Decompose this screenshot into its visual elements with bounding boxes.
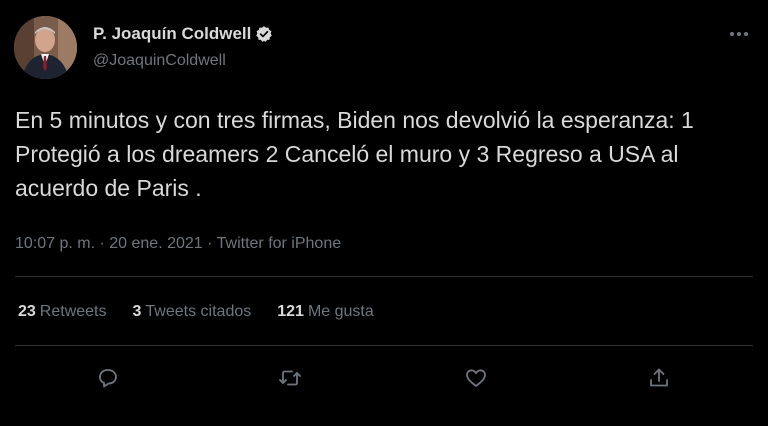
quotes-count: 3 xyxy=(132,303,142,320)
avatar[interactable] xyxy=(14,16,77,79)
quotes-label: Tweets citados xyxy=(145,303,252,320)
reply-icon[interactable] xyxy=(96,366,122,392)
quotes-stat[interactable]: 3 Tweets citados xyxy=(133,303,252,321)
heart-icon[interactable] xyxy=(464,366,490,392)
more-icon[interactable] xyxy=(726,24,752,44)
author-name[interactable]: P. Joaquín Coldwell xyxy=(93,24,251,44)
divider xyxy=(15,345,753,346)
verified-badge-icon xyxy=(256,26,273,42)
tweet-date[interactable]: 20 ene. 2021 xyxy=(109,235,202,252)
likes-count: 121 xyxy=(277,303,304,320)
meta-separator: · xyxy=(202,235,217,252)
likes-label: Me gusta xyxy=(307,303,374,320)
tweet-time[interactable]: 10:07 p. m. xyxy=(15,235,95,252)
divider xyxy=(15,276,753,277)
retweets-stat[interactable]: 23 Retweets xyxy=(18,303,107,321)
retweets-count: 23 xyxy=(18,303,36,320)
tweet-card: P. Joaquín Coldwell @JoaquinColdwell En … xyxy=(0,0,768,426)
retweets-label: Retweets xyxy=(39,303,107,320)
author-handle[interactable]: @JoaquinColdwell xyxy=(93,52,226,70)
tweet-meta: 10:07 p. m. · 20 ene. 2021 · Twitter for… xyxy=(15,235,341,253)
meta-separator: · xyxy=(95,235,110,252)
author-row: P. Joaquín Coldwell xyxy=(93,24,273,44)
likes-stat[interactable]: 121 Me gusta xyxy=(277,303,374,321)
share-icon[interactable] xyxy=(647,366,673,392)
engagement-stats: 23 Retweets 3 Tweets citados 121 Me gusta xyxy=(18,303,400,321)
tweet-source[interactable]: Twitter for iPhone xyxy=(217,235,342,252)
retweet-icon[interactable] xyxy=(278,366,304,392)
tweet-text: En 5 minutos y con tres firmas, Biden no… xyxy=(15,107,694,201)
